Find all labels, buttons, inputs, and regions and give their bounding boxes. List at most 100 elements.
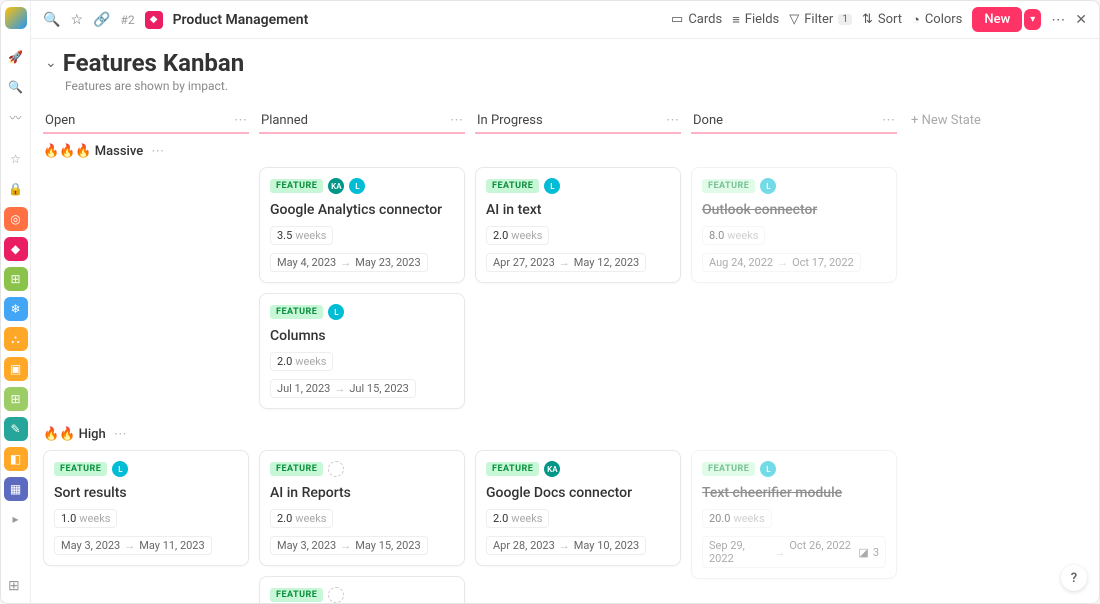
card-title: Outlook connector xyxy=(702,202,886,218)
swimlane-more-icon[interactable]: ⋯ xyxy=(114,427,127,442)
filter-button[interactable]: ▽Filter1 xyxy=(789,12,852,27)
column-header: Planned⋯ xyxy=(259,109,465,134)
column-more-icon[interactable]: ⋯ xyxy=(666,113,679,128)
column-more-icon[interactable]: ⋯ xyxy=(882,113,895,128)
link-icon[interactable]: 🔗 xyxy=(93,12,110,28)
kanban-card[interactable]: FEATURETheme support◪ 3 xyxy=(259,576,465,603)
kanban-card[interactable]: FEATURE AI in Reports 2.0weeks May 3, 2023 … xyxy=(259,450,465,566)
kanban-card[interactable]: FEATURE L AI in text 2.0weeks Apr 27, 2023 →… xyxy=(475,167,681,283)
new-dropdown[interactable]: ▾ xyxy=(1024,9,1041,30)
column-header: In Progress⋯ xyxy=(475,109,681,134)
app-logo[interactable] xyxy=(5,7,27,29)
duration-badge: 20.0weeks xyxy=(702,509,772,528)
card-title: Columns xyxy=(270,328,454,344)
swimlane-more-icon[interactable]: ⋯ xyxy=(151,144,164,159)
date-range: Apr 27, 2023 → May 12, 2023 xyxy=(486,253,646,272)
sidebar-space-6[interactable]: ▣ xyxy=(4,357,28,381)
page-subtitle: Features are shown by impact. xyxy=(65,79,1085,93)
duration-badge: 8.0weeks xyxy=(702,226,765,245)
kanban-card[interactable]: FEATURE KA L Google Analytics connector 3.5w… xyxy=(259,167,465,283)
rocket-icon[interactable]: 🚀 xyxy=(4,45,28,69)
card-title: AI in Reports xyxy=(270,485,454,501)
kanban-board: Open⋯ Planned⋯ In Progress⋯ Done⋯ + New Stat… xyxy=(31,101,1099,603)
card-title: Text cheerifier module xyxy=(702,485,886,501)
kanban-card[interactable]: FEATURE L Outlook connector 8.0weeks Aug 24,… xyxy=(691,167,897,283)
sort-button[interactable]: ⇅Sort xyxy=(862,12,902,27)
expand-icon[interactable]: ▸ xyxy=(4,507,28,531)
date-range: Sep 29, 2022 → Oct 26, 2022 ◪ 3 xyxy=(702,536,886,568)
star-icon[interactable]: ☆ xyxy=(4,147,28,171)
close-icon[interactable]: ✕ xyxy=(1075,12,1087,28)
avatar[interactable]: KA xyxy=(544,461,560,477)
duration-badge: 2.0weeks xyxy=(270,509,333,528)
lock-icon[interactable]: 🔒 xyxy=(4,177,28,201)
sidebar-space-2[interactable]: ◆ xyxy=(4,237,28,261)
avatar[interactable]: L xyxy=(544,178,560,194)
swimlane-header[interactable]: 🔥🔥🔥 Massive⋯ xyxy=(43,144,1087,159)
reference-id: #2 xyxy=(120,13,134,27)
avatar[interactable]: L xyxy=(349,178,365,194)
cards-button[interactable]: ▭Cards xyxy=(671,12,722,27)
duration-badge: 1.0weeks xyxy=(54,509,117,528)
colors-button[interactable]: ◔Colors xyxy=(912,12,962,28)
sidebar-space-1[interactable]: ◎ xyxy=(4,207,28,231)
kanban-card[interactable]: FEATURE KA Google Docs connector 2.0weeks Ap… xyxy=(475,450,681,566)
fields-button[interactable]: ≡Fields xyxy=(732,12,779,28)
search-icon[interactable]: 🔍 xyxy=(43,12,60,28)
column-more-icon[interactable]: ⋯ xyxy=(234,113,247,128)
collapse-icon[interactable]: ⌄ xyxy=(45,55,57,71)
more-icon[interactable]: ⋯ xyxy=(1051,12,1065,28)
help-button[interactable]: ? xyxy=(1061,565,1087,591)
kanban-card[interactable]: FEATURELText cheerifier module20.0weeksS… xyxy=(691,450,897,579)
favorite-icon[interactable]: ☆ xyxy=(70,12,83,28)
search-icon[interactable]: 🔍 xyxy=(4,75,28,99)
avatar[interactable]: L xyxy=(760,461,776,477)
date-range: Jul 1, 2023 → Jul 15, 2023 xyxy=(270,379,416,398)
space-name[interactable]: Product Management xyxy=(173,12,309,28)
feature-tag: FEATURE xyxy=(486,462,539,476)
feature-tag: FEATURE xyxy=(702,179,755,193)
card-title: Google Docs connector xyxy=(486,485,670,501)
feature-tag: FEATURE xyxy=(270,462,323,476)
column-header: Done⋯ xyxy=(691,109,897,134)
feature-tag: FEATURE xyxy=(270,588,323,602)
duration-badge: 2.0weeks xyxy=(486,509,549,528)
column-header: Open⋯ xyxy=(43,109,249,134)
sidebar-space-9[interactable]: ◧ xyxy=(4,447,28,471)
avatar[interactable] xyxy=(328,461,344,477)
avatar[interactable]: L xyxy=(328,304,344,320)
activity-icon[interactable]: 〰 xyxy=(4,105,28,129)
left-sidebar: 🚀 🔍 〰 ☆ 🔒 ◎ ◆ ⊞ ❄ ⛬ ▣ ⊞ ✎ ◧ ▦ ▸ ⊞ xyxy=(1,1,31,603)
avatar[interactable] xyxy=(328,587,344,603)
subtask-icon: ◪ xyxy=(858,546,868,559)
card-title: Google Analytics connector xyxy=(270,202,454,218)
topbar: 🔍 ☆ 🔗 #2 ◆ Product Management ▭Cards ≡Fi… xyxy=(31,1,1099,39)
sidebar-space-8[interactable]: ✎ xyxy=(4,417,28,441)
sidebar-space-10[interactable]: ▦ xyxy=(4,477,28,501)
avatar[interactable]: L xyxy=(760,178,776,194)
feature-tag: FEATURE xyxy=(270,179,323,193)
duration-badge: 2.0weeks xyxy=(270,352,333,371)
sidebar-space-7[interactable]: ⊞ xyxy=(4,387,28,411)
sidebar-space-4[interactable]: ❄ xyxy=(4,297,28,321)
column-more-icon[interactable]: ⋯ xyxy=(450,113,463,128)
sidebar-space-5[interactable]: ⛬ xyxy=(4,327,28,351)
date-range: Aug 24, 2022 → Oct 17, 2022 xyxy=(702,253,861,272)
avatar[interactable]: L xyxy=(112,461,128,477)
space-icon: ◆ xyxy=(145,11,163,29)
avatar[interactable]: KA xyxy=(328,178,344,194)
sidebar-space-3[interactable]: ⊞ xyxy=(4,267,28,291)
feature-tag: FEATURE xyxy=(486,179,539,193)
card-title: Sort results xyxy=(54,485,238,501)
apps-icon[interactable]: ⊞ xyxy=(8,578,20,594)
duration-badge: 2.0weeks xyxy=(486,226,549,245)
date-range: May 3, 2023 → May 15, 2023 xyxy=(270,536,428,555)
swimlane-header[interactable]: 🔥🔥 High⋯ xyxy=(43,427,1087,442)
duration-badge: 3.5weeks xyxy=(270,226,333,245)
kanban-card[interactable]: FEATURELColumns2.0weeksJul 1, 2023 → Jul… xyxy=(259,293,465,409)
kanban-card[interactable]: FEATURELSort results1.0weeksMay 3, 2023 … xyxy=(43,450,249,566)
date-range: Apr 28, 2023 → May 10, 2023 xyxy=(486,536,646,555)
card-title: AI in text xyxy=(486,202,670,218)
new-state-button[interactable]: + New State xyxy=(907,109,1087,134)
new-button[interactable]: New xyxy=(972,7,1022,32)
